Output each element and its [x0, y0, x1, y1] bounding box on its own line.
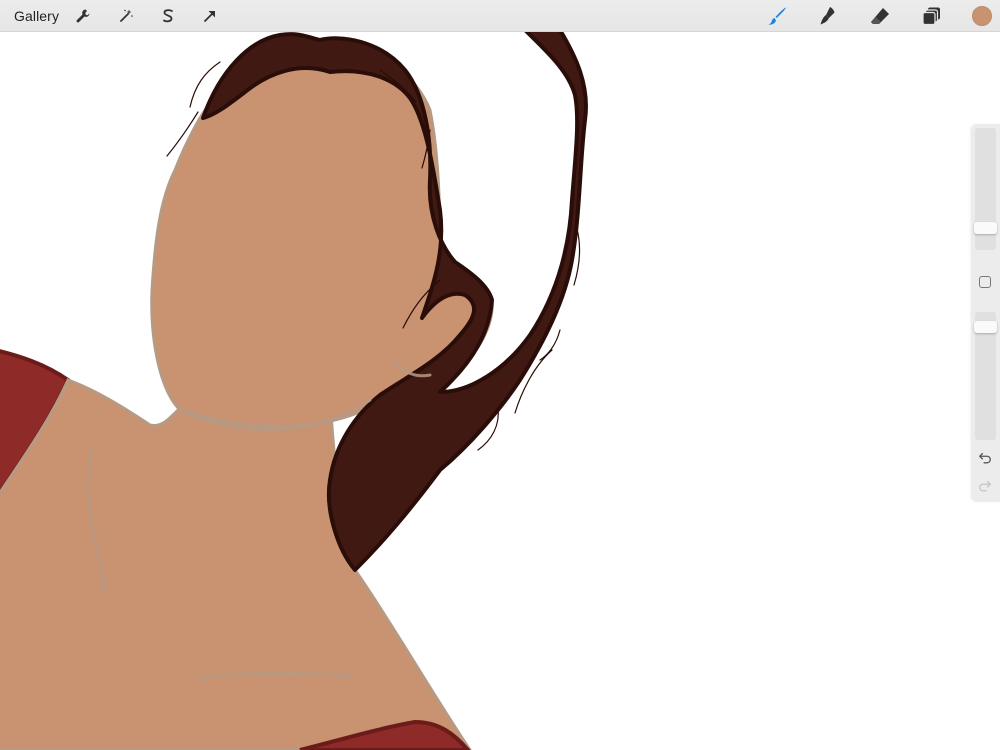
opacity-slider[interactable] [974, 312, 997, 440]
undo-arrow-icon[interactable] [977, 450, 993, 466]
adjustments-wand-icon[interactable] [115, 5, 137, 27]
redo-arrow-icon[interactable] [977, 478, 993, 494]
modify-button-square-icon[interactable] [979, 276, 991, 288]
current-color-swatch[interactable] [972, 6, 992, 26]
eraser-icon[interactable] [868, 4, 892, 28]
opacity-thumb[interactable] [974, 321, 997, 333]
actions-wrench-icon[interactable] [72, 5, 94, 27]
transform-arrow-icon[interactable] [199, 5, 221, 27]
procreate-app: Gallery [0, 0, 1000, 750]
drawing-canvas[interactable] [0, 0, 1000, 750]
selection-s-icon[interactable] [157, 5, 179, 27]
gallery-button[interactable]: Gallery [14, 8, 59, 24]
smudge-icon[interactable] [816, 4, 840, 28]
brush-size-thumb[interactable] [974, 222, 997, 234]
layers-icon[interactable] [920, 4, 944, 28]
sidebar-panel [971, 124, 1000, 502]
paint-brush-icon[interactable] [765, 4, 789, 28]
top-toolbar: Gallery [0, 0, 1000, 32]
brush-size-slider[interactable] [974, 128, 997, 250]
